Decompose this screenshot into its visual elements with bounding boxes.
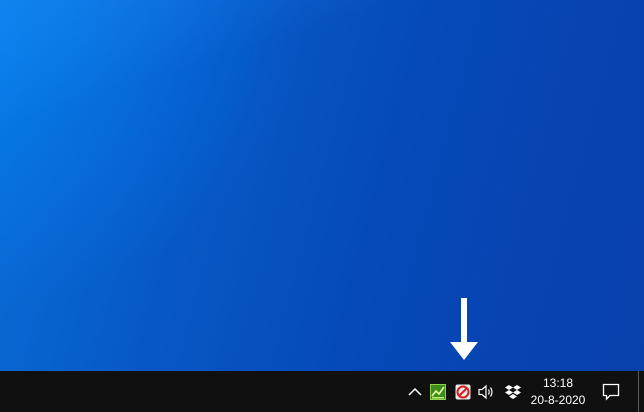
show-desktop-button[interactable] [638, 371, 644, 412]
notification-icon [602, 383, 620, 401]
taskbar: 13:18 20-8-2020 [0, 371, 644, 412]
no-sign-tray-icon [455, 384, 471, 399]
desktop-background[interactable] [0, 0, 644, 371]
wallpaper-light-beam [0, 0, 400, 131]
screen: 13:18 20-8-2020 [0, 0, 644, 412]
tray-app-button[interactable] [427, 371, 449, 412]
chevron-up-icon [408, 387, 422, 396]
action-center-button[interactable] [598, 371, 624, 412]
down-arrow-icon [450, 298, 478, 360]
show-hidden-icons-button[interactable] [405, 371, 425, 412]
clock-time: 13:18 [542, 375, 574, 390]
clock-button[interactable]: 13:18 20-8-2020 [527, 371, 589, 412]
speaker-icon [478, 384, 493, 399]
dropbox-button[interactable] [501, 371, 525, 412]
app-tray-icon [430, 383, 446, 400]
clock-date: 20-8-2020 [530, 392, 586, 407]
dropbox-icon [505, 384, 521, 399]
tray-blocker-button[interactable] [452, 371, 474, 412]
volume-button[interactable] [476, 371, 498, 412]
